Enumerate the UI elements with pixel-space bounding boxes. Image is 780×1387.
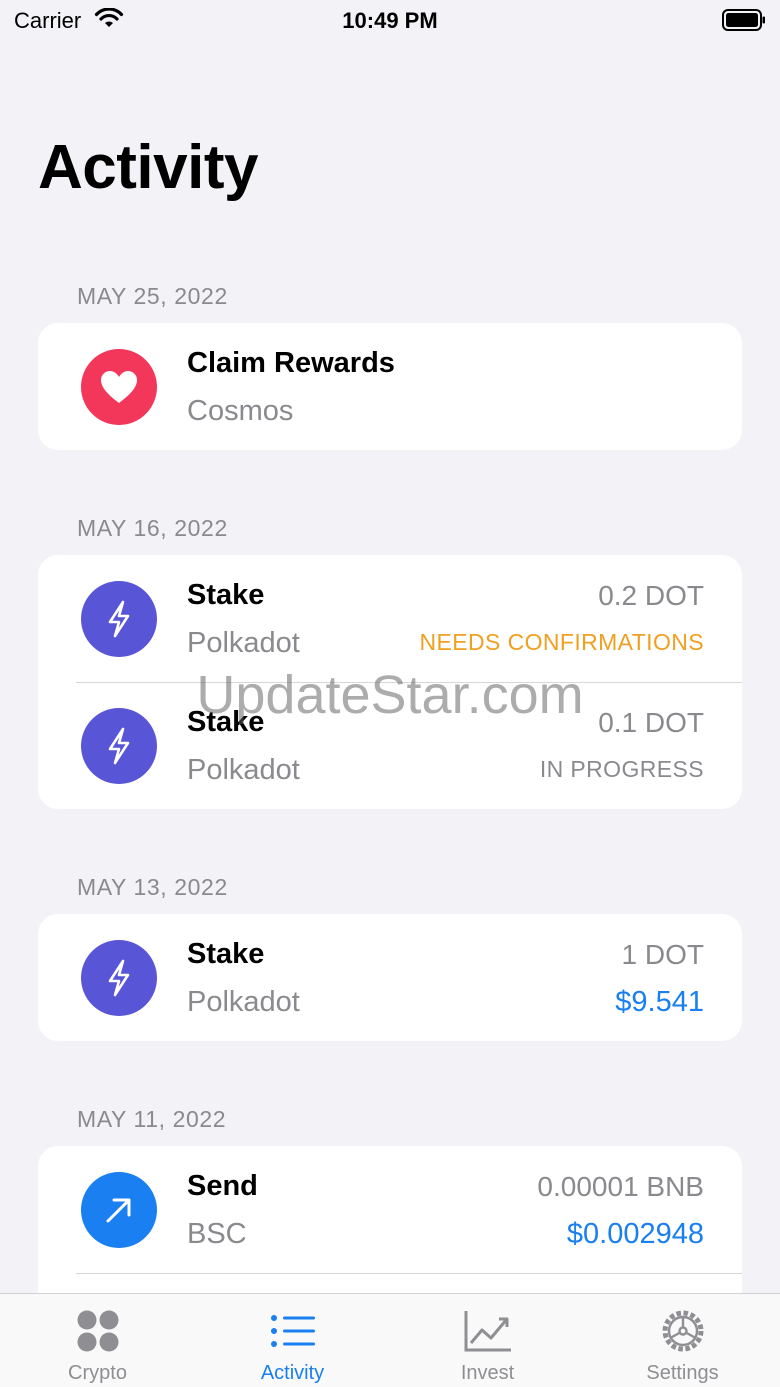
- chart-line-icon: [463, 1308, 513, 1354]
- tab-settings[interactable]: Settings: [585, 1294, 780, 1387]
- section-date-header: MAY 13, 2022: [77, 874, 228, 900]
- activity-row[interactable]: Stake Polkadot 0.2 DOT NEEDS CONFIRMATIO…: [38, 555, 742, 682]
- arrow-up-right-icon: [81, 1172, 157, 1248]
- status-label: IN PROGRESS: [539, 756, 704, 782]
- tab-invest[interactable]: Invest: [390, 1294, 585, 1387]
- tab-crypto[interactable]: Crypto: [0, 1294, 195, 1387]
- battery-icon: [722, 9, 766, 36]
- activity-card: Stake Polkadot 1 DOT $9.541: [38, 914, 742, 1041]
- activity-card: Claim Rewards Cosmos: [38, 323, 742, 450]
- activity-row[interactable]: Claim Rewards Cosmos: [38, 323, 742, 450]
- bolt-icon: [81, 581, 157, 657]
- tab-label: Invest: [460, 1362, 515, 1384]
- section-date-header: MAY 25, 2022: [77, 283, 228, 309]
- activity-title: Stake: [187, 579, 265, 611]
- tab-label: Activity: [260, 1362, 325, 1384]
- activity-card: Send BSC 0.00001 BNB $0.002948: [38, 1146, 742, 1306]
- activity-network: Polkadot: [187, 754, 300, 786]
- status-bar: Carrier 10:49 PM: [0, 0, 780, 40]
- activity-title: Claim Rewards: [187, 347, 395, 379]
- activity-row[interactable]: Stake Polkadot 1 DOT $9.541: [38, 914, 742, 1041]
- activity-network: Cosmos: [187, 395, 294, 427]
- activity-amount: 0.1 DOT: [598, 707, 704, 738]
- section-date-header: MAY 11, 2022: [77, 1106, 227, 1132]
- activity-title: Stake: [187, 938, 265, 970]
- tab-label: Settings: [646, 1362, 719, 1384]
- activity-network: Polkadot: [187, 986, 300, 1018]
- status-time: 10:49 PM: [342, 8, 438, 33]
- bolt-icon: [81, 940, 157, 1016]
- activity-amount: 0.00001 BNB: [537, 1171, 704, 1202]
- heart-icon: [81, 349, 157, 425]
- gear-icon: [659, 1308, 707, 1354]
- activity-network: Polkadot: [187, 627, 300, 659]
- activity-network: BSC: [187, 1218, 247, 1250]
- list-icon: [269, 1308, 317, 1354]
- activity-row[interactable]: Stake Polkadot 0.1 DOT IN PROGRESS: [38, 682, 742, 809]
- activity-title: Send: [187, 1170, 258, 1202]
- activity-title: Stake: [187, 706, 265, 738]
- section-date-header: MAY 16, 2022: [77, 515, 228, 541]
- activity-row[interactable]: Send BSC 0.00001 BNB $0.002948: [38, 1146, 742, 1273]
- grid-dots-icon: [75, 1308, 121, 1354]
- tab-bar: Crypto Activity Invest Settings: [0, 1293, 780, 1387]
- status-label: NEEDS CONFIRMATIONS: [419, 629, 704, 655]
- fiat-value: $9.541: [615, 986, 704, 1018]
- activity-amount: 0.2 DOT: [598, 580, 704, 611]
- fiat-value: $0.002948: [566, 1218, 704, 1250]
- page-title: Activity: [38, 133, 258, 202]
- bolt-icon: [81, 708, 157, 784]
- tab-activity[interactable]: Activity: [195, 1294, 390, 1387]
- activity-card: Stake Polkadot 0.2 DOT NEEDS CONFIRMATIO…: [38, 555, 742, 809]
- tab-label: Crypto: [68, 1362, 127, 1384]
- activity-amount: 1 DOT: [621, 939, 704, 970]
